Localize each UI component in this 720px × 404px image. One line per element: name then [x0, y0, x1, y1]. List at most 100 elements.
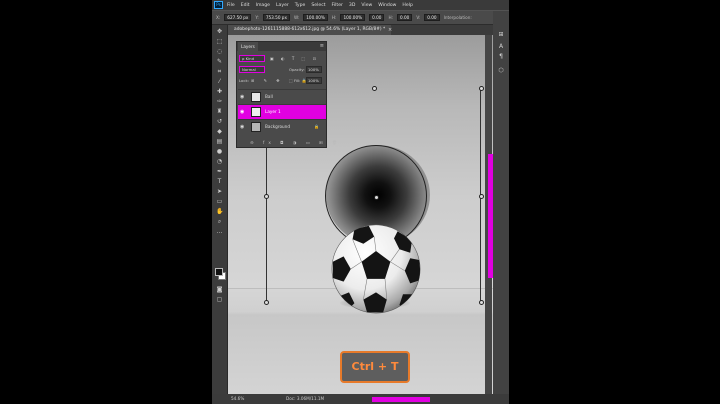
- crop-tool-icon[interactable]: ⌗: [216, 69, 223, 75]
- document-tab[interactable]: adobephoto-1261115888-612x612.jpg @ 54.6…: [228, 25, 392, 35]
- layers-panel: Layers ≡ ρ Kind ▣ ◐ T ⬚ ⊡ Normal Opacity…: [236, 41, 337, 148]
- vskew-field[interactable]: 0.00: [424, 14, 440, 21]
- soccer-ball-image: [331, 224, 421, 314]
- more-tools-icon[interactable]: …: [216, 229, 223, 235]
- menu-type[interactable]: Type: [295, 3, 306, 8]
- marquee-tool-icon[interactable]: ⬚: [216, 39, 223, 45]
- quick-mask-icon[interactable]: ◙: [216, 287, 223, 293]
- quick-select-tool-icon[interactable]: ✎: [216, 59, 223, 65]
- foreground-color-swatch[interactable]: [215, 268, 223, 276]
- blend-mode-select[interactable]: Normal: [239, 66, 265, 73]
- panel-menu-icon[interactable]: ≡: [320, 42, 324, 51]
- layers-tab[interactable]: Layers: [238, 42, 258, 51]
- document-tab-bar: adobephoto-1261115888-612x612.jpg @ 54.6…: [228, 25, 507, 35]
- dodge-tool-icon[interactable]: ◔: [216, 159, 223, 165]
- eraser-tool-icon[interactable]: ◆: [216, 129, 223, 135]
- pen-tool-icon[interactable]: ✒: [216, 169, 223, 175]
- handle-top-right[interactable]: [479, 86, 484, 91]
- handle-top-center[interactable]: [372, 86, 377, 91]
- healing-brush-tool-icon[interactable]: ✚: [216, 89, 223, 95]
- layer-name[interactable]: Background: [265, 124, 290, 130]
- zoom-level[interactable]: 54.6%: [231, 394, 244, 404]
- visibility-eye-icon[interactable]: ◉: [240, 94, 244, 100]
- layer-row-ball[interactable]: ◉ Ball: [238, 89, 326, 104]
- hskew-field[interactable]: 0.00: [397, 14, 413, 21]
- lasso-tool-icon[interactable]: ◌: [216, 49, 223, 55]
- horizontal-scroll-thumb-highlight[interactable]: [372, 397, 430, 402]
- move-tool-icon[interactable]: ✥: [216, 29, 223, 35]
- height-field[interactable]: 100.00%: [340, 14, 366, 21]
- fill-field[interactable]: 100%: [306, 77, 322, 84]
- options-bar: X: 627.50 px Y: 753.50 px W: 100.00% H: …: [212, 11, 509, 25]
- paragraph-panel-icon[interactable]: ¶: [497, 53, 505, 60]
- character-panel-icon[interactable]: A: [497, 43, 505, 50]
- fill-label: Fill:: [294, 78, 301, 83]
- layer-row-layer-1[interactable]: ◉ Layer 1: [238, 104, 326, 119]
- layer-filter-kind[interactable]: ρ Kind: [239, 55, 265, 62]
- menu-edit[interactable]: Edit: [241, 3, 250, 8]
- hskew-label: H:: [388, 15, 393, 20]
- menu-select[interactable]: Select: [311, 3, 325, 8]
- layer-name[interactable]: Ball: [265, 94, 273, 100]
- menu-view[interactable]: View: [361, 3, 372, 8]
- 3d-panel-icon[interactable]: ⬡: [497, 67, 505, 74]
- brush-tool-icon[interactable]: ✑: [216, 99, 223, 105]
- handle-middle-left[interactable]: [264, 194, 269, 199]
- y-field[interactable]: 753.50 px: [262, 14, 290, 21]
- x-label: X:: [216, 15, 221, 20]
- opacity-field[interactable]: 100%: [306, 66, 322, 73]
- right-panel-dock: ⊞ A ¶ ⬡: [493, 11, 509, 394]
- menu-3d[interactable]: 3D: [349, 3, 355, 8]
- layers-panel-header: Layers ≡: [237, 42, 326, 51]
- menu-filter[interactable]: Filter: [332, 3, 343, 8]
- clone-stamp-tool-icon[interactable]: ♜: [216, 109, 223, 115]
- shortcut-overlay-badge: Ctrl + T: [340, 351, 410, 383]
- handle-bottom-right[interactable]: [479, 300, 484, 305]
- status-bar: 54.6% Doc: 3.06M/11.1M: [212, 394, 509, 404]
- photoshop-window: Ps File Edit Image Layer Type Select Fil…: [212, 0, 509, 404]
- menu-help[interactable]: Help: [402, 3, 412, 8]
- layer-thumbnail: [251, 122, 261, 132]
- menu-bar: Ps File Edit Image Layer Type Select Fil…: [212, 0, 509, 10]
- menu-window[interactable]: Window: [378, 3, 396, 8]
- vskew-label: V:: [416, 15, 421, 20]
- layer-thumbnail: [251, 107, 261, 117]
- layer-filter-icons[interactable]: ▣ ◐ T ⬚ ⊡: [270, 55, 319, 62]
- layer-name[interactable]: Layer 1: [265, 109, 281, 115]
- angle-field[interactable]: 0.00: [369, 14, 385, 21]
- y-label: Y:: [255, 15, 259, 20]
- width-field[interactable]: 100.00%: [303, 14, 328, 21]
- opacity-label: Opacity:: [289, 67, 305, 72]
- type-tool-icon[interactable]: T: [216, 179, 223, 185]
- rectangle-tool-icon[interactable]: ▭: [216, 199, 223, 205]
- menu-layer[interactable]: Layer: [276, 3, 289, 8]
- lock-icons[interactable]: ⊞ ✎ ✥ ⬚ 🔒: [251, 77, 311, 84]
- x-field[interactable]: 627.50 px: [224, 14, 252, 21]
- menu-file[interactable]: File: [227, 3, 235, 8]
- visibility-eye-icon[interactable]: ◉: [240, 124, 244, 130]
- interpolation-label[interactable]: Interpolation:: [444, 15, 472, 20]
- transform-reference-point[interactable]: [374, 195, 379, 200]
- path-selection-tool-icon[interactable]: ➤: [216, 189, 223, 195]
- lock-icon: 🔒: [314, 124, 319, 129]
- w-label: W:: [293, 15, 300, 20]
- zoom-tool-icon[interactable]: ⌕: [216, 219, 223, 225]
- photoshop-logo-icon: Ps: [214, 1, 223, 9]
- screen-mode-icon[interactable]: ▢: [216, 297, 223, 303]
- layer-row-background[interactable]: ◉ Background 🔒: [238, 119, 326, 134]
- properties-panel-icon[interactable]: ⊞: [497, 31, 505, 38]
- eyedropper-tool-icon[interactable]: ⁄: [216, 79, 223, 85]
- close-tab-icon[interactable]: ×: [388, 25, 392, 35]
- lock-label: Lock:: [239, 78, 249, 83]
- h-label: H:: [331, 15, 337, 20]
- visibility-eye-icon[interactable]: ◉: [240, 109, 244, 115]
- gradient-tool-icon[interactable]: ▤: [216, 139, 223, 145]
- handle-bottom-left[interactable]: [264, 300, 269, 305]
- layers-footer-icons[interactable]: ⊖ fx ◘ ◑ ▭ ⊞ 🗑: [238, 138, 337, 147]
- history-brush-tool-icon[interactable]: ↺: [216, 119, 223, 125]
- handle-middle-right[interactable]: [479, 194, 484, 199]
- menu-image[interactable]: Image: [256, 3, 270, 8]
- tools-panel: ✥ ⬚ ◌ ✎ ⌗ ⁄ ✚ ✑ ♜ ↺ ◆ ▤ ● ◔ ✒ T ➤ ▭ ✋ ⌕ …: [212, 25, 228, 395]
- hand-tool-icon[interactable]: ✋: [216, 209, 223, 215]
- blur-tool-icon[interactable]: ●: [216, 149, 223, 155]
